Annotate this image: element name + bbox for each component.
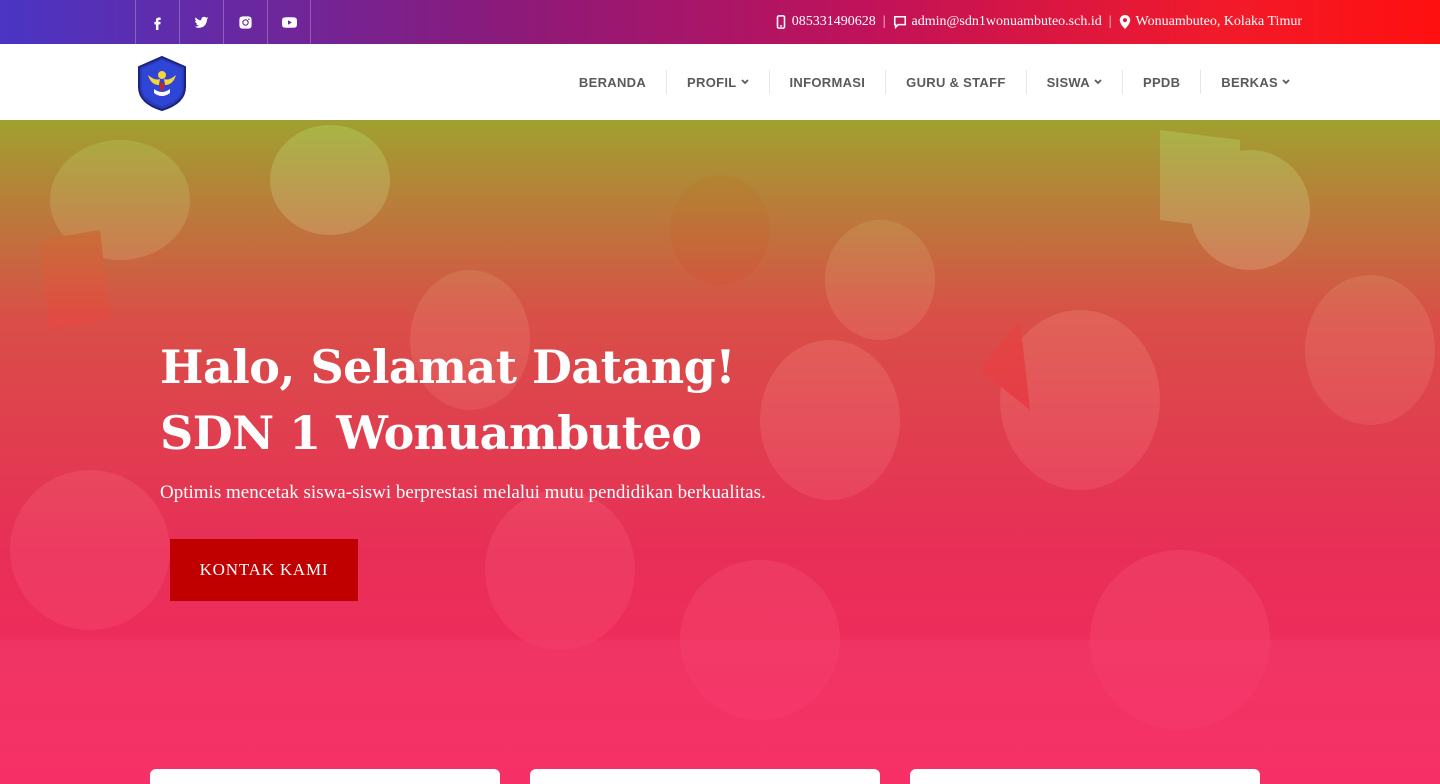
nav-label: INFORMASI — [789, 74, 866, 90]
youtube-link[interactable] — [267, 0, 311, 44]
feature-card — [910, 769, 1260, 784]
separator: | — [882, 14, 886, 29]
contact-us-button[interactable]: KONTAK KAMI — [170, 539, 358, 601]
twitter-link[interactable] — [179, 0, 223, 44]
nav-item-beranda[interactable]: BERANDA — [559, 70, 666, 94]
facebook-icon — [154, 17, 161, 30]
hero-title-line2: SDN 1 Wonuambuteo — [160, 406, 702, 460]
nav-item-berkas[interactable]: BERKAS — [1200, 70, 1310, 94]
address-text: Wonuambuteo, Kolaka Timur — [1135, 14, 1302, 29]
nav-label: SISWA — [1046, 74, 1090, 90]
hero-section: Halo, Selamat Datang! SDN 1 Wonuambuteo … — [0, 120, 1440, 784]
main-menu: BERANDA PROFIL INFORMASI GURU & STAFF SI… — [559, 44, 1310, 120]
nav-item-informasi[interactable]: INFORMASI — [768, 70, 886, 94]
hero-title: Halo, Selamat Datang! SDN 1 Wonuambuteo — [160, 334, 736, 466]
nav-item-siswa[interactable]: SISWA — [1025, 70, 1122, 94]
hero-title-line1: Halo, Selamat Datang! — [160, 340, 736, 394]
separator: | — [1108, 14, 1112, 29]
contact-info: 085331490628 | admin@sdn1wonuambuteo.sch… — [775, 0, 1302, 44]
tut-wuri-handayani-logo[interactable] — [135, 55, 189, 111]
hero-subtitle: Optimis mencetak siswa-siswi berprestasi… — [160, 482, 766, 503]
chevron-down-icon — [1094, 79, 1102, 85]
chevron-down-icon — [1282, 79, 1290, 85]
top-bar: 085331490628 | admin@sdn1wonuambuteo.sch… — [0, 0, 1440, 44]
nav-item-profil[interactable]: PROFIL — [666, 70, 768, 94]
nav-label: PROFIL — [687, 74, 737, 90]
main-navbar: BERANDA PROFIL INFORMASI GURU & STAFF SI… — [0, 44, 1440, 120]
mobile-phone-icon — [776, 15, 785, 29]
nav-label: GURU & STAFF — [906, 74, 1006, 90]
facebook-link[interactable] — [135, 0, 179, 44]
twitter-icon — [194, 16, 209, 28]
instagram-icon — [239, 15, 252, 29]
address-contact: Wonuambuteo, Kolaka Timur — [1119, 14, 1302, 30]
phone-number: 085331490628 — [791, 14, 876, 29]
instagram-link[interactable] — [223, 0, 267, 44]
email-address: admin@sdn1wonuambuteo.sch.id — [911, 14, 1102, 29]
nav-item-ppdb[interactable]: PPDB — [1121, 70, 1200, 94]
youtube-icon — [281, 16, 297, 28]
email-contact[interactable]: admin@sdn1wonuambuteo.sch.id — [893, 14, 1102, 30]
nav-label: PPDB — [1142, 74, 1181, 90]
nav-item-guru-staff[interactable]: GURU & STAFF — [885, 70, 1025, 94]
feature-card — [530, 769, 880, 784]
social-links — [135, 0, 311, 44]
chat-bubble-icon — [893, 15, 906, 29]
map-marker-icon — [1119, 15, 1130, 29]
phone-contact[interactable]: 085331490628 — [775, 14, 876, 30]
chevron-down-icon — [740, 79, 749, 85]
nav-label: BERANDA — [578, 74, 647, 90]
nav-label: BERKAS — [1221, 74, 1278, 90]
feature-card — [150, 769, 500, 784]
